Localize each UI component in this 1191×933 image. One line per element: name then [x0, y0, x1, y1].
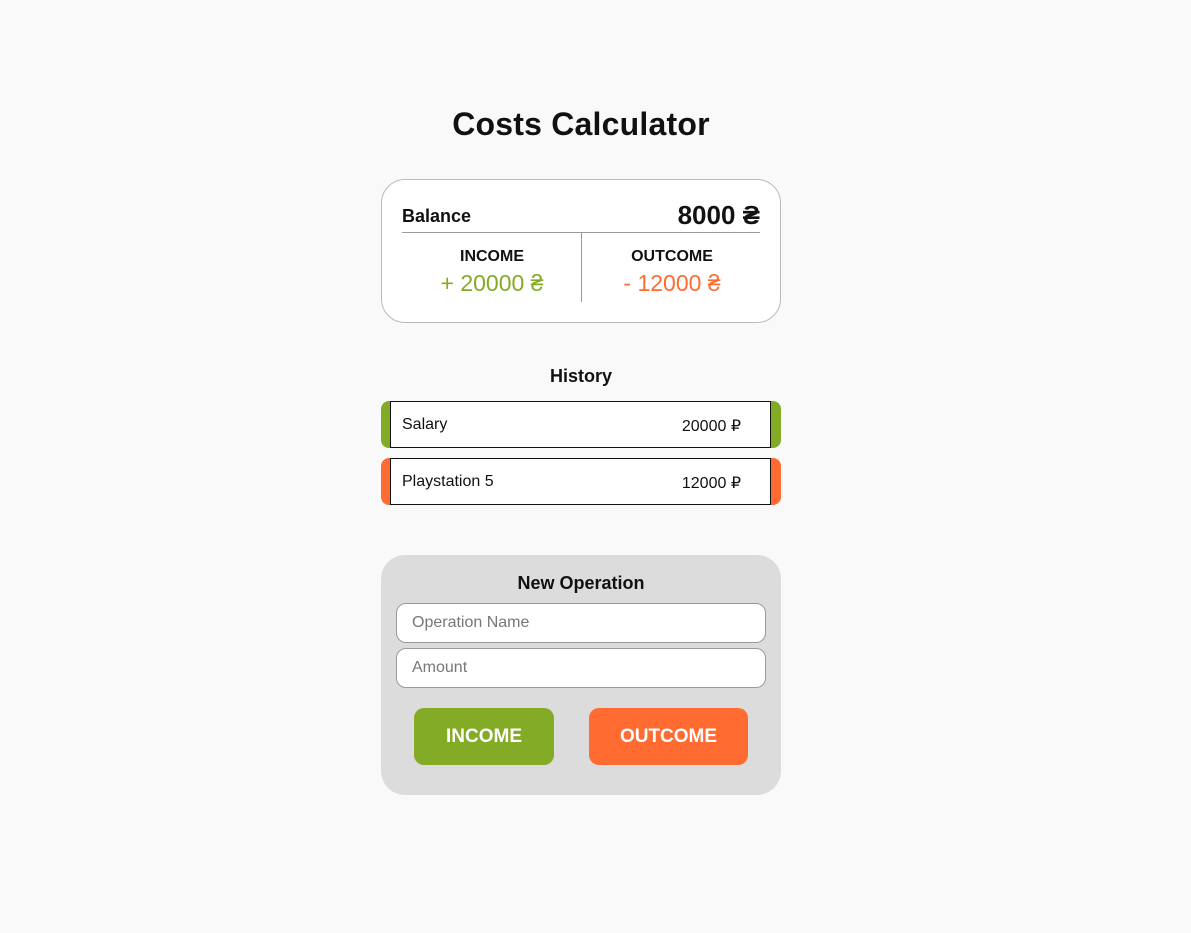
- history-item-name: Salary: [402, 416, 448, 433]
- history-item-income[interactable]: Salary 20000 ₽: [381, 401, 781, 448]
- amount-input[interactable]: [396, 648, 766, 688]
- history-item-amount: 12000 ₽: [681, 475, 741, 492]
- balance-card: Balance 8000 ₴ INCOME + 20000 ₴ OUTCOME …: [381, 179, 781, 323]
- add-income-button[interactable]: INCOME: [414, 708, 554, 765]
- outcome-summary-label: OUTCOME: [631, 248, 713, 265]
- outcome-summary: OUTCOME - 12000 ₴: [582, 248, 762, 297]
- add-outcome-button[interactable]: OUTCOME: [589, 708, 748, 765]
- history-item-amount: 20000 ₽: [681, 418, 741, 435]
- page-title: Costs Calculator: [452, 106, 710, 142]
- balance-label: Balance: [402, 206, 472, 226]
- outcome-summary-value: - 12000 ₴: [623, 270, 721, 296]
- new-operation-title: New Operation: [517, 573, 645, 593]
- history-title: History: [549, 366, 612, 386]
- history-item-name: Playstation 5: [402, 473, 494, 490]
- income-summary-value: + 20000 ₴: [440, 270, 544, 296]
- history-item-body: Playstation 5 12000 ₽: [390, 458, 771, 505]
- balance-value: 8000 ₴: [677, 200, 760, 230]
- history-item-body: Salary 20000 ₽: [390, 401, 771, 448]
- operation-name-input[interactable]: [396, 603, 766, 643]
- history-item-outcome[interactable]: Playstation 5 12000 ₽: [381, 458, 781, 505]
- income-summary: INCOME + 20000 ₴: [402, 248, 582, 297]
- income-summary-label: INCOME: [460, 248, 524, 265]
- new-operation-panel: New Operation INCOME OUTCOME: [381, 555, 781, 795]
- balance-row: Balance 8000 ₴: [402, 200, 760, 233]
